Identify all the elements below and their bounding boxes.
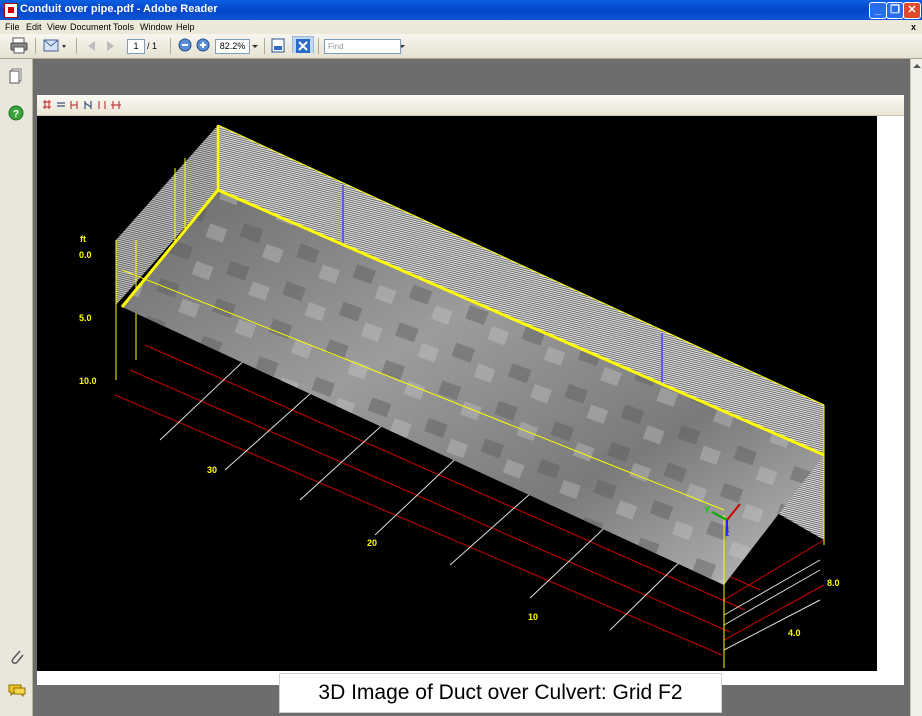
- next-page-icon[interactable]: [104, 37, 118, 54]
- menu-window[interactable]: Window: [140, 22, 172, 32]
- depth-unit-label: ft: [80, 234, 86, 244]
- toolbar-separator: [35, 38, 36, 54]
- close-button[interactable]: ✕: [903, 2, 921, 19]
- depth-label-0: 0.0: [79, 250, 92, 260]
- scroll-up-icon[interactable]: [913, 63, 921, 69]
- x-label-30: 30: [207, 465, 218, 475]
- gpr-3d-render: [114, 124, 825, 668]
- menu-document[interactable]: Document: [70, 22, 111, 32]
- menu-file[interactable]: File: [5, 22, 20, 32]
- x-label-20: 20: [367, 538, 378, 548]
- menu-tools[interactable]: Tools: [113, 22, 134, 32]
- toolbar-separator: [76, 38, 77, 54]
- attachments-icon[interactable]: [9, 648, 25, 666]
- 3d-gpr-view[interactable]: ft 0.0 5.0 10.0 30 20 10 8.0 4.0 Y z: [37, 116, 877, 671]
- pages-icon[interactable]: [9, 68, 23, 85]
- menu-bar: File Edit View Document Tools Window Hel…: [0, 20, 922, 34]
- axis-letter-y: Y: [704, 505, 711, 515]
- zoom-out-icon[interactable]: [177, 37, 193, 54]
- menu-edit[interactable]: Edit: [26, 22, 42, 32]
- restore-button[interactable]: ❐: [886, 2, 904, 19]
- zoom-input[interactable]: 82.2%: [215, 39, 250, 54]
- vertical-scrollbar[interactable]: [910, 59, 922, 716]
- axis-letter-z: z: [725, 528, 730, 538]
- print-icon[interactable]: [10, 37, 28, 54]
- toolbar-separator: [318, 38, 319, 54]
- navigation-pane: ?: [0, 59, 33, 716]
- y-label-4: 4.0: [788, 628, 801, 638]
- menu-view[interactable]: View: [47, 22, 66, 32]
- 3d-toolbar: [37, 95, 904, 116]
- zoom-in-icon[interactable]: [195, 37, 211, 54]
- page-number-input[interactable]: 1: [127, 39, 145, 54]
- find-input[interactable]: Find: [324, 39, 401, 54]
- minimize-button[interactable]: _: [869, 2, 887, 19]
- page-total: / 1: [147, 41, 158, 51]
- help-icon[interactable]: ?: [8, 105, 24, 121]
- comments-icon[interactable]: [8, 683, 26, 697]
- window-title: Conduit over pipe.pdf - Adobe Reader: [20, 3, 218, 15]
- previous-page-icon[interactable]: [84, 37, 98, 54]
- adobe-reader-icon: [4, 3, 18, 18]
- fit-page-icon[interactable]: [270, 37, 286, 54]
- email-icon[interactable]: [42, 37, 68, 54]
- figure-caption: 3D Image of Duct over Culvert: Grid F2: [279, 673, 722, 713]
- svg-text:?: ?: [13, 109, 19, 120]
- depth-label-5: 5.0: [79, 313, 92, 323]
- toolbar-separator: [170, 38, 171, 54]
- toolbar-separator: [264, 38, 265, 54]
- y-label-8: 8.0: [827, 578, 840, 588]
- close-document-icon[interactable]: x: [911, 22, 916, 32]
- title-bar: Conduit over pipe.pdf - Adobe Reader _ ❐…: [0, 0, 922, 20]
- zoom-dropdown-icon[interactable]: [250, 37, 260, 54]
- full-screen-icon[interactable]: [292, 36, 314, 53]
- x-label-10: 10: [528, 612, 539, 622]
- menu-help[interactable]: Help: [176, 22, 195, 32]
- depth-label-10: 10.0: [79, 376, 97, 386]
- 3d-tool-icons[interactable]: [41, 98, 141, 112]
